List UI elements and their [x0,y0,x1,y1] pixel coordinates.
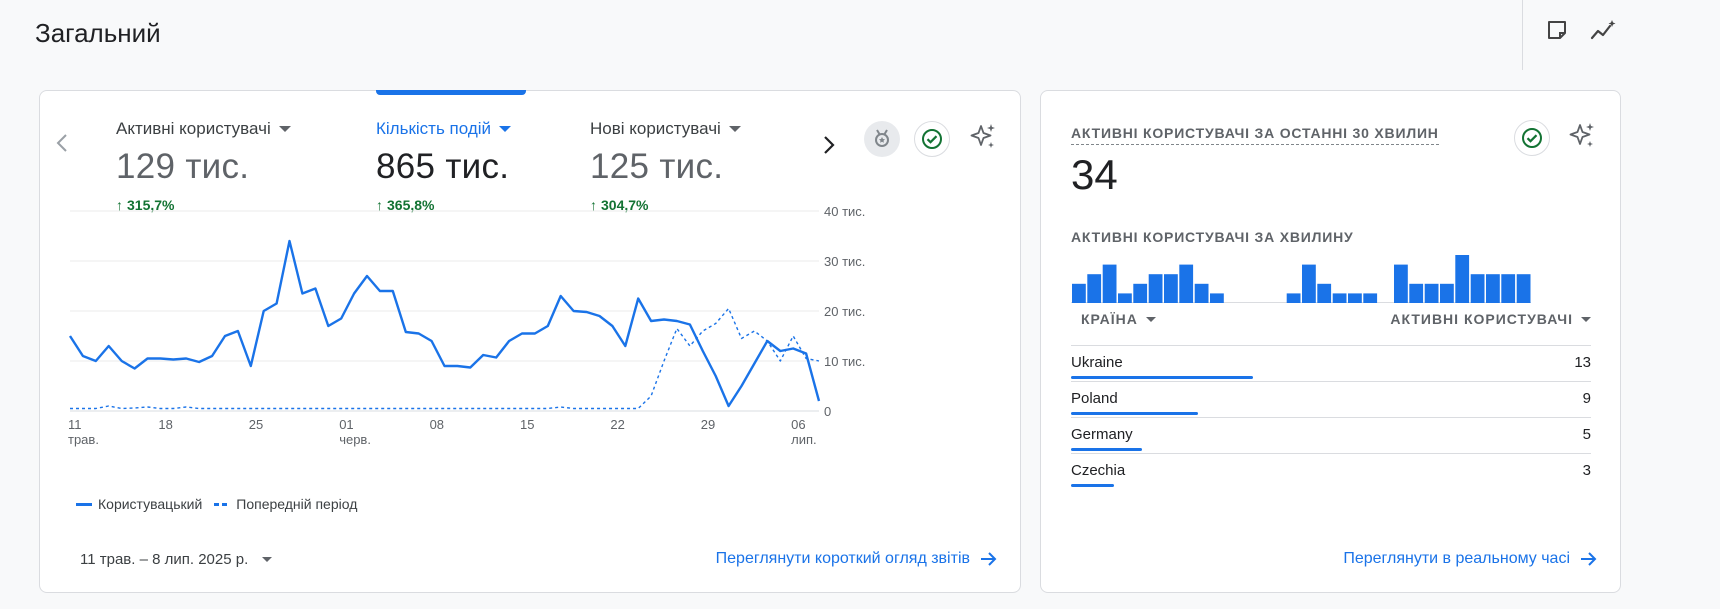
country-table-header: КРАЇНА АКТИВНІ КОРИСТУВАЧІ [1071,311,1591,327]
per-minute-bar [1148,274,1163,303]
country-name: Germany [1071,426,1133,443]
legend-item-current[interactable]: Користувацький [76,496,202,512]
per-minute-bar [1210,293,1224,303]
y-tick-label: 10 тис. [824,354,865,369]
header-divider [1522,0,1523,70]
dropdown-caret-icon [1145,316,1156,322]
y-tick-label: 40 тис. [824,204,865,219]
table-row[interactable]: Poland 9 [1071,381,1591,415]
realtime-active-users-value: 34 [1071,151,1118,198]
x-tick-label: 22 [610,417,624,432]
per-minute-bar [1348,293,1362,303]
per-minute-bar [1501,274,1516,303]
country-value: 3 [1582,462,1591,479]
per-minute-bar [1332,293,1347,303]
x-tick-label: 01 [339,417,353,432]
y-tick-label: 0 [824,404,831,419]
realtime-card: АКТИВНІ КОРИСТУВАЧІ ЗА ОСТАННІ 30 ХВИЛИН… [1040,90,1621,593]
insights-icon[interactable] [1588,14,1620,46]
per-minute-bar [1164,274,1178,303]
users-column-header[interactable]: АКТИВНІ КОРИСТУВАЧІ [1380,311,1591,327]
per-minute-bar [1087,274,1102,303]
notes-icon[interactable] [1541,14,1573,46]
per-minute-bar [1118,293,1132,303]
country-share-bar [1071,484,1114,487]
per-minute-bar [1102,264,1117,303]
per-minute-bar [1516,274,1531,303]
arrow-right-icon [981,552,997,566]
x-tick-label: 15 [520,417,534,432]
y-axis-ticks: 0 10 тис. 20 тис. 30 тис. 40 тис. [824,204,865,419]
country-name: Czechia [1071,462,1126,479]
dropdown-caret-icon [262,557,273,562]
country-share-bar [1071,376,1253,379]
sparkle-insights-icon[interactable] [1564,118,1600,154]
legend-swatch-solid [76,502,92,506]
country-value: 9 [1582,390,1591,407]
country-column-header[interactable]: КРАЇНА [1071,311,1166,327]
legend-item-previous[interactable]: Попередній період [214,496,357,512]
per-minute-bar [1440,283,1454,303]
country-value: 13 [1574,354,1591,371]
per-minute-bar [1424,283,1439,303]
per-minute-bar [1363,293,1378,303]
x-tick-label: 08 [430,417,444,432]
per-minute-bar [1072,283,1086,303]
per-minute-bar [1133,283,1148,303]
country-name: Poland [1071,390,1118,407]
per-minute-bar [1455,255,1470,303]
per-minute-bar [1302,264,1316,303]
table-row[interactable]: Germany 5 [1071,417,1591,451]
y-tick-label: 30 тис. [824,254,865,269]
country-value: 5 [1582,426,1591,443]
per-minute-bar [1194,283,1209,303]
line-chart: 0 10 тис. 20 тис. 30 тис. 40 тис. 11трав. 18 2… [68,204,865,447]
series-line-current [68,239,821,408]
x-tick-month-label: черв. [339,432,371,447]
per-minute-bar [1409,283,1424,303]
date-range-label: 11 трав. – 8 лип. 2025 р. [80,551,249,568]
per-minute-bar [1179,264,1194,303]
per-minute-bar-chart [1071,255,1531,303]
column-label: КРАЇНА [1081,311,1138,327]
x-tick-month-label: трав. [68,432,99,447]
chart-legend: Користувацький Попередній період [76,496,357,512]
page-title: Загальний [35,18,161,48]
table-row[interactable]: Ukraine 13 [1071,345,1591,379]
table-row[interactable]: Czechia 3 [1071,453,1591,487]
date-range-selector[interactable]: 11 трав. – 8 лип. 2025 р. [80,551,273,568]
per-minute-bar [1317,283,1332,303]
overview-card: Активні користувачі 129 тис. ↑ 315,7% Кі… [39,90,1021,593]
per-minute-bar [1470,274,1485,303]
x-tick-label: 29 [701,417,715,432]
chart-series [68,239,821,410]
x-tick-label: 25 [249,417,263,432]
per-minute-title: АКТИВНІ КОРИСТУВАЧІ ЗА ХВИЛИНУ [1071,229,1354,245]
x-tick-label: 18 [158,417,172,432]
x-axis-ticks: 11трав. 18 25 01черв. 08 15 22 29 06лип. [68,417,817,447]
per-minute-bar [1486,274,1500,303]
country-share-bar [1071,448,1143,451]
country-share-bar [1071,412,1199,415]
link-label: Переглянути в реальному часі [1343,550,1570,567]
view-reports-snapshot-link[interactable]: Переглянути короткий огляд звітів [716,550,998,568]
per-minute-bar [1394,264,1408,303]
chart-grid [70,210,819,412]
country-name: Ukraine [1071,354,1123,371]
x-tick-label: 11 [68,417,82,432]
x-tick-month-label: лип. [791,432,817,447]
y-tick-label: 20 тис. [824,304,865,319]
arrow-right-icon [1581,552,1597,566]
legend-swatch-dashed [214,502,231,506]
per-minute-bar [1286,293,1301,303]
column-label: АКТИВНІ КОРИСТУВАЧІ [1390,311,1573,327]
data-quality-check-icon[interactable] [1514,120,1550,156]
x-tick-label: 06 [791,417,805,432]
link-label: Переглянути короткий огляд звітів [715,550,970,567]
view-realtime-link[interactable]: Переглянути в реальному часі [1343,550,1598,568]
dropdown-caret-icon [1581,316,1591,322]
realtime-title[interactable]: АКТИВНІ КОРИСТУВАЧІ ЗА ОСТАННІ 30 ХВИЛИН [1071,125,1439,145]
legend-label: Попередній період [236,496,358,512]
legend-label: Користувацький [98,496,203,512]
